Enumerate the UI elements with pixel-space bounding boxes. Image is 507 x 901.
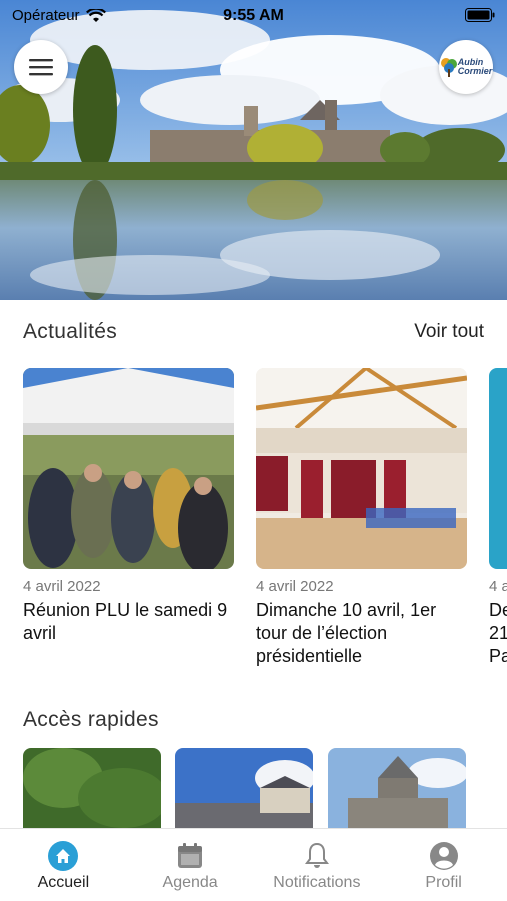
quick-access-header: Accès rapides bbox=[23, 708, 484, 732]
calendar-icon bbox=[178, 843, 203, 868]
battery-icon bbox=[465, 8, 495, 22]
quick-access-tile[interactable] bbox=[328, 748, 466, 828]
news-image bbox=[23, 368, 234, 569]
news-title-text: De 21 Pa bbox=[489, 600, 507, 666]
news-title-text: Réunion PLU le samedi 9 avril bbox=[23, 600, 228, 643]
tab-notifications[interactable]: Notifications bbox=[254, 829, 381, 901]
city-logo[interactable]: Aubin Cormier bbox=[439, 40, 493, 94]
tab-label: Notifications bbox=[273, 874, 361, 891]
tab-label: Accueil bbox=[37, 874, 90, 891]
hamburger-icon bbox=[29, 59, 53, 76]
see-all-link[interactable]: Voir tout bbox=[414, 321, 484, 343]
tab-label: Profil bbox=[425, 874, 462, 891]
menu-button[interactable] bbox=[14, 40, 68, 94]
news-image bbox=[256, 368, 467, 569]
tab-profil[interactable]: Profil bbox=[380, 829, 507, 901]
news-card[interactable]: 4 a De 21 Pa bbox=[489, 368, 507, 668]
user-icon bbox=[429, 842, 458, 870]
quick-access-title: Accès rapides bbox=[23, 708, 159, 731]
tab-agenda[interactable]: Agenda bbox=[127, 829, 254, 901]
news-date: 4 avril 2022 bbox=[256, 578, 334, 595]
tab-label: Agenda bbox=[162, 874, 218, 891]
hero-image bbox=[0, 0, 507, 300]
tab-bar: Accueil Agenda Notifications Profil bbox=[0, 828, 507, 901]
logo-wordmark: Aubin Cormier bbox=[457, 57, 493, 76]
quick-access-tile[interactable] bbox=[175, 748, 313, 828]
news-title: Actualités bbox=[23, 320, 118, 343]
news-title-text: Dimanche 10 avril, 1er tour de l’électio… bbox=[256, 600, 437, 666]
news-card[interactable]: 4 avril 2022 Réunion PLU le samedi 9 avr… bbox=[23, 368, 234, 645]
news-date: 4 avril 2022 bbox=[23, 578, 101, 595]
bell-icon bbox=[304, 842, 329, 868]
news-date: 4 a bbox=[489, 578, 507, 595]
news-card[interactable]: 4 avril 2022 Dimanche 10 avril, 1er tour… bbox=[256, 368, 467, 668]
quick-access-tile[interactable] bbox=[23, 748, 161, 828]
news-header: Actualités Voir tout bbox=[23, 320, 484, 344]
home-icon bbox=[48, 841, 79, 871]
tree-logo-icon bbox=[440, 58, 457, 77]
clock: 9:55 AM bbox=[223, 7, 284, 24]
news-image bbox=[489, 368, 507, 569]
status-bar: Opérateur 9:55 AM bbox=[0, 0, 507, 32]
tab-accueil[interactable]: Accueil bbox=[0, 829, 127, 901]
